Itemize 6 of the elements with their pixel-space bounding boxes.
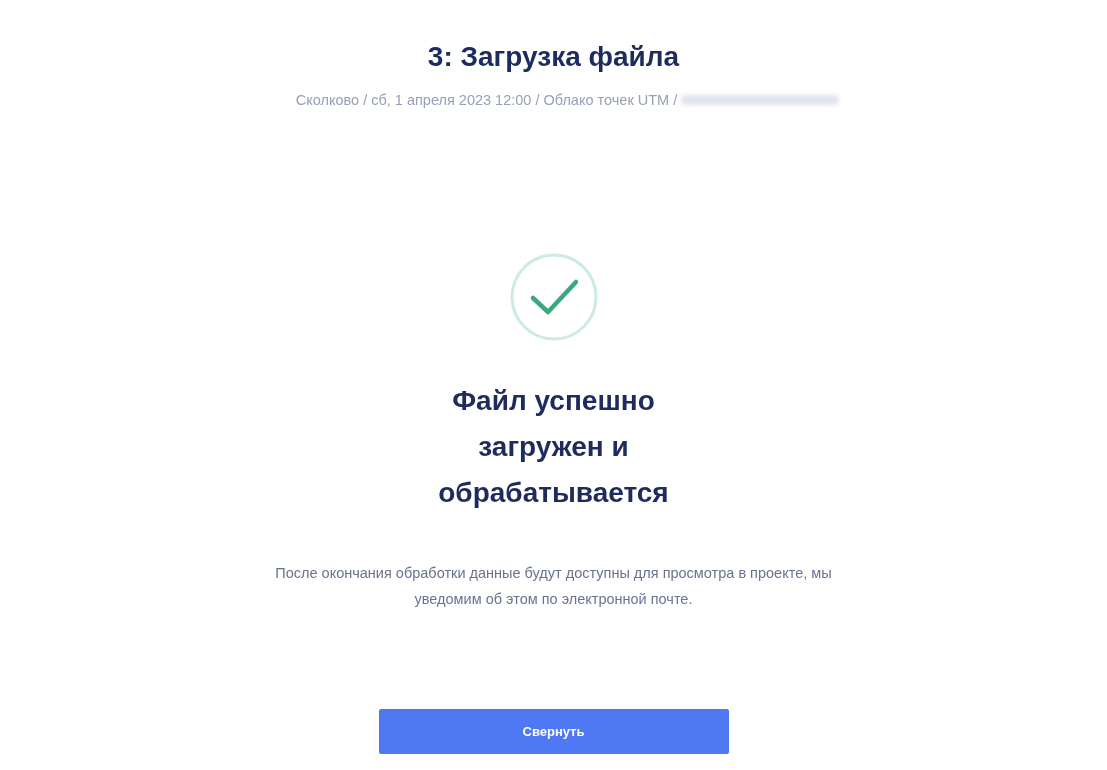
status-heading: Файл успешно загружен и обрабатывается [437,384,670,510]
breadcrumb: Сколково / сб, 1 апреля 2023 12:00 / Облако точек UTM / [295,91,678,110]
page-title: 3: Загрузка файла [427,40,680,74]
success-check-icon [508,252,599,342]
status-message: После окончания обработки данные будут доступны для просмотра в проекте, мы уведомим об этом по электронной почте. [274,564,833,609]
collapse-button[interactable]: Свернуть [378,709,729,754]
